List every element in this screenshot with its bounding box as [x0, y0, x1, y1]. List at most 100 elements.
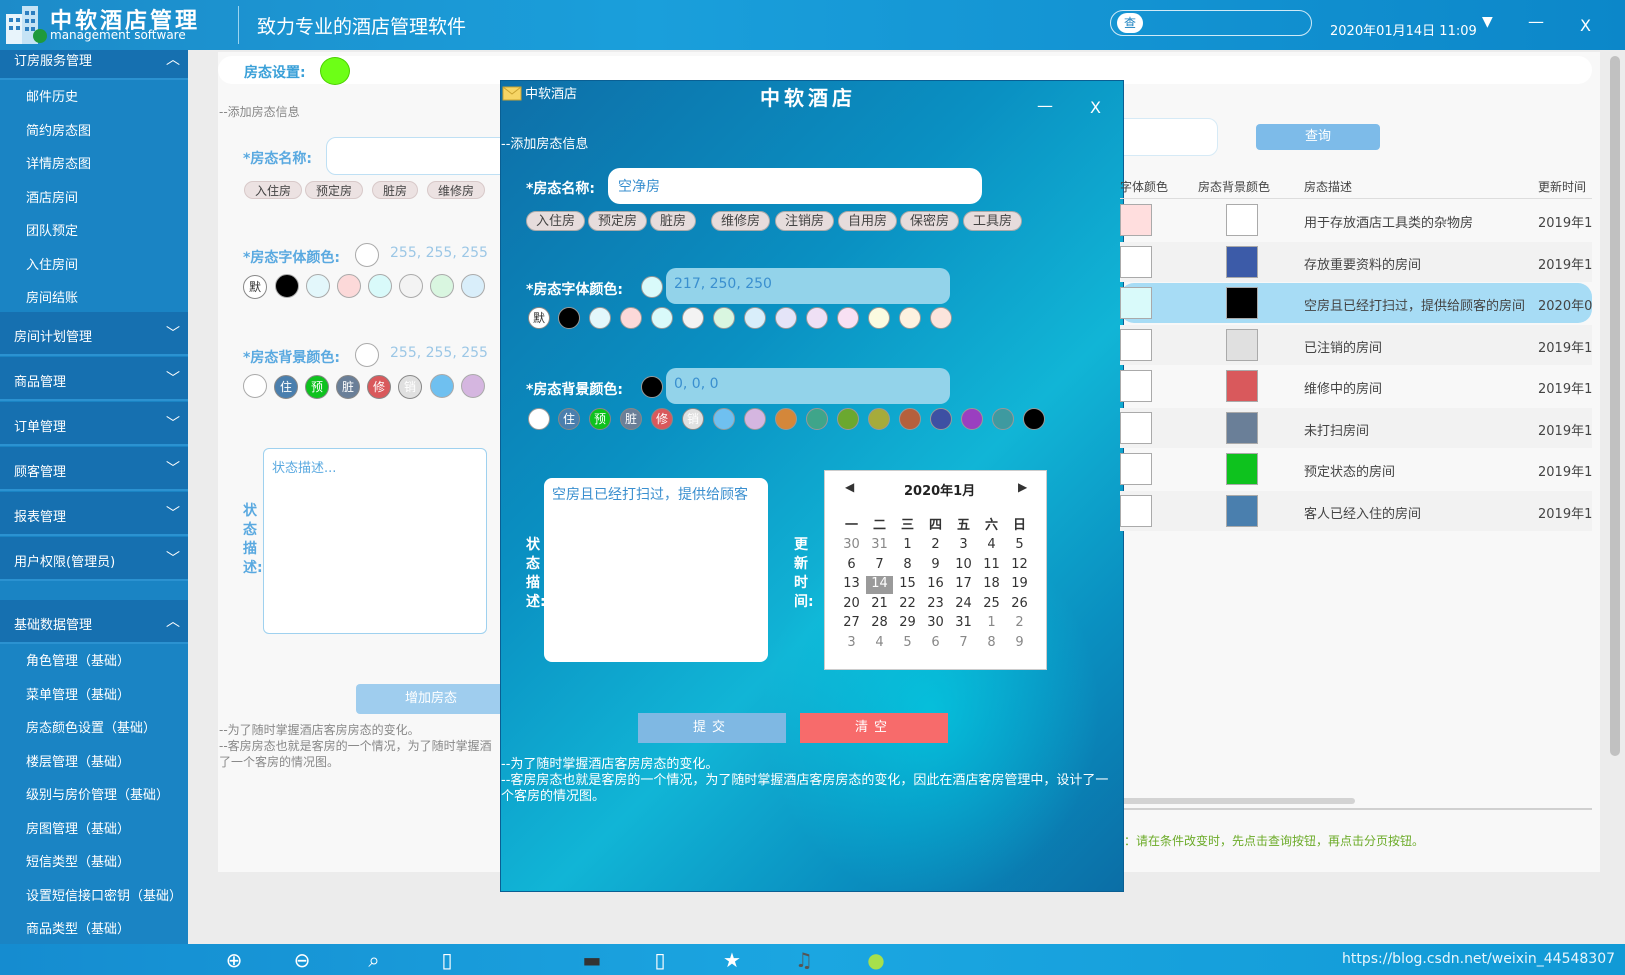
calendar-day[interactable]: 9: [922, 557, 949, 572]
sidebar-group[interactable]: 商品管理 ﹀: [0, 357, 188, 401]
calendar-day[interactable]: 5: [894, 635, 921, 650]
calendar-day[interactable]: 19: [1006, 576, 1033, 591]
calendar-day[interactable]: 3: [950, 537, 977, 552]
calendar-day[interactable]: 3: [838, 635, 865, 650]
calendar-day[interactable]: 17: [950, 576, 977, 591]
dialog-room-status-tag[interactable]: 维修房: [711, 211, 771, 231]
calendar-day[interactable]: 12: [1006, 557, 1033, 572]
dialog-bg-color-chip[interactable]: [899, 408, 921, 430]
dialog-bg-color-input[interactable]: 0, 0, 0: [666, 368, 950, 404]
dialog-close-button[interactable]: X: [1090, 98, 1101, 117]
dialog-bg-color-chip[interactable]: [868, 408, 890, 430]
dialog-room-status-tag[interactable]: 保密房: [900, 211, 960, 231]
dialog-bg-color-chip[interactable]: [806, 408, 828, 430]
calendar-day[interactable]: 6: [838, 557, 865, 572]
calendar-day[interactable]: 13: [838, 576, 865, 591]
calendar-day[interactable]: 25: [978, 596, 1005, 611]
minimize-button[interactable]: —: [1528, 12, 1544, 31]
calendar-day[interactable]: 2: [1006, 615, 1033, 630]
menu-dropdown-icon[interactable]: ▼: [1482, 14, 1493, 30]
phone-icon[interactable]: ▯: [435, 948, 459, 972]
dialog-room-status-tag[interactable]: 工具房: [963, 211, 1023, 231]
dialog-font-color-chip[interactable]: [930, 307, 952, 329]
calendar-day[interactable]: 2: [922, 537, 949, 552]
dialog-bg-letter-chip[interactable]: 脏: [620, 408, 642, 430]
bg-letter-chip[interactable]: 住: [274, 375, 298, 399]
calendar-day[interactable]: 11: [978, 557, 1005, 572]
star-icon[interactable]: ★: [720, 948, 744, 972]
sidebar-item[interactable]: 简约房态图: [26, 120, 91, 139]
search-icon[interactable]: ⌕: [362, 948, 386, 972]
dialog-default-color-chip[interactable]: 默: [528, 307, 550, 329]
font-color-value[interactable]: 255, 255, 255: [390, 245, 488, 261]
calendar-day[interactable]: 15: [894, 576, 921, 591]
microphone-icon[interactable]: ♫: [792, 948, 816, 972]
dialog-bg-color-chip[interactable]: [1023, 408, 1045, 430]
right-search-input[interactable]: [1120, 118, 1218, 156]
dialog-bg-letter-chip[interactable]: 住: [558, 408, 580, 430]
calendar-day[interactable]: 9: [1006, 635, 1033, 650]
default-color-chip[interactable]: 默: [243, 275, 267, 299]
font-color-chip[interactable]: [368, 274, 392, 298]
room-status-tag[interactable]: 脏房: [372, 181, 419, 199]
dialog-font-color-chip[interactable]: [651, 307, 673, 329]
calendar-day[interactable]: 30: [838, 537, 865, 552]
calendar-day[interactable]: 4: [866, 635, 893, 650]
dialog-bg-color-chip[interactable]: [961, 408, 983, 430]
dialog-font-color-chip[interactable]: [806, 307, 828, 329]
room-status-name-input[interactable]: [326, 137, 501, 175]
calendar-day[interactable]: 7: [950, 635, 977, 650]
sidebar-item[interactable]: 邮件历史: [26, 86, 78, 105]
dialog-font-color-input[interactable]: 217, 250, 250: [666, 268, 950, 304]
dialog-font-color-chip[interactable]: [744, 307, 766, 329]
bg-color-swatch[interactable]: [355, 343, 379, 367]
sidebar-item[interactable]: 短信类型（基础）: [26, 851, 130, 870]
sidebar-group[interactable]: 顾客管理 ﹀: [0, 447, 188, 491]
calendar-day[interactable]: 6: [922, 635, 949, 650]
table-horizontal-scrollbar[interactable]: [1120, 798, 1355, 804]
add-room-status-button[interactable]: 增加房态: [356, 684, 506, 714]
calendar-day[interactable]: 1: [894, 537, 921, 552]
dialog-bg-color-chip[interactable]: [930, 408, 952, 430]
dialog-font-color-chip[interactable]: [558, 307, 580, 329]
sidebar-item[interactable]: 房间结账: [26, 287, 78, 306]
dialog-room-status-tag[interactable]: 预定房: [588, 211, 648, 231]
sidebar-group-base-data[interactable]: 基础数据管理 ︿: [0, 600, 188, 644]
sidebar-item[interactable]: 菜单管理（基础）: [26, 684, 130, 703]
status-color-indicator[interactable]: [320, 57, 350, 85]
sidebar-item[interactable]: 酒店房间: [26, 187, 78, 206]
submit-button[interactable]: 提交: [638, 713, 786, 743]
bg-color-chip[interactable]: [461, 374, 485, 398]
calendar-day[interactable]: 16: [922, 576, 949, 591]
dialog-font-color-chip[interactable]: [682, 307, 704, 329]
dialog-room-status-tag[interactable]: 入住房: [526, 211, 586, 231]
sidebar-group-booking[interactable]: 订房服务管理 ︿: [0, 50, 188, 80]
font-color-chip[interactable]: [430, 274, 454, 298]
calendar-day[interactable]: 20: [838, 596, 865, 611]
bg-letter-chip[interactable]: 脏: [336, 375, 360, 399]
font-color-chip[interactable]: [275, 274, 299, 298]
dialog-room-status-tag[interactable]: 自用房: [838, 211, 898, 231]
calendar-day[interactable]: 28: [866, 615, 893, 630]
dialog-font-color-chip[interactable]: [620, 307, 642, 329]
font-color-swatch[interactable]: [355, 243, 379, 267]
bg-letter-chip[interactable]: 预: [305, 375, 329, 399]
dialog-font-color-chip[interactable]: [899, 307, 921, 329]
font-color-chip[interactable]: [337, 274, 361, 298]
calendar-day[interactable]: 29: [894, 615, 921, 630]
dialog-status-desc-textarea[interactable]: 空房且已经打扫过，提供给顾客: [544, 478, 768, 662]
dialog-bg-color-chip[interactable]: [775, 408, 797, 430]
calendar-day[interactable]: 18: [978, 576, 1005, 591]
calendar-day[interactable]: 26: [1006, 596, 1033, 611]
calendar-day[interactable]: 14: [866, 576, 893, 591]
dialog-bg-color-chip[interactable]: [713, 408, 735, 430]
sidebar-group[interactable]: 房间计划管理 ﹀: [0, 312, 188, 356]
dialog-font-color-chip[interactable]: [868, 307, 890, 329]
room-status-tag[interactable]: 维修房: [427, 181, 486, 199]
calendar-day[interactable]: 7: [866, 557, 893, 572]
sidebar-item[interactable]: 团队预定: [26, 220, 78, 239]
dialog-font-color-chip[interactable]: [589, 307, 611, 329]
sidebar-item[interactable]: 角色管理（基础）: [26, 650, 130, 669]
sidebar-item[interactable]: 设置短信接口密钥（基础）: [26, 885, 182, 904]
globe-icon[interactable]: ●: [864, 948, 888, 972]
